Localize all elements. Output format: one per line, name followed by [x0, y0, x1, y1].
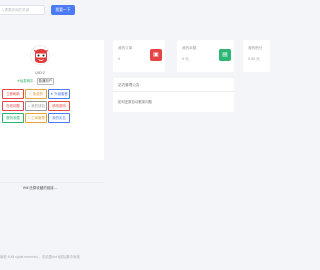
divider [113, 91, 234, 92]
quick-action-button[interactable]: ★ 升级套餐 [48, 89, 70, 99]
divider [0, 182, 104, 183]
quick-action-button[interactable]: 立即刷新 [2, 89, 24, 99]
stat-value: 0 元 [182, 57, 189, 61]
footer-link[interactable]: Will 还原收藏的链接→ [0, 186, 80, 191]
username: UID:2 [35, 71, 45, 75]
cart-icon: ▣ [150, 49, 162, 61]
quick-action-button[interactable]: 我的实名 [48, 113, 70, 123]
search-input[interactable]: 入需要查询的关键 [0, 5, 45, 15]
quick-action-button[interactable]: ☆ 免费购 [25, 89, 47, 99]
stat-label: 我的余额 [182, 46, 197, 50]
quick-action-button[interactable]: 修改密码 [48, 101, 70, 111]
stat-value: 0 [118, 57, 120, 61]
top-search-bar: 入需要查询的关键 我要一下 [0, 0, 270, 22]
notice-item[interactable]: 如何还原自动框架问题 [118, 99, 152, 104]
stat-card-points: 我的积分 0.00 元 [243, 40, 270, 72]
wallet-icon: ▤ [219, 49, 231, 61]
level-badge: 普通用户 [36, 78, 55, 85]
stat-card-balance: 我的余额 0 元 ▤ [177, 40, 234, 72]
quick-action-button[interactable]: 服务收藏 [2, 113, 24, 123]
stat-label: 我的积分 [248, 46, 263, 50]
avatar [30, 45, 50, 65]
search-button[interactable]: 我要一下 [51, 5, 75, 15]
quick-action-grid: 立即刷新 ☆ 免费购 ★ 升级套餐在线问题 ☆ 我的钱包 修改密码服务收藏 ☆ 工单管理我… [2, 89, 102, 123]
stat-label: 我的订单 [118, 46, 133, 50]
vip-label: ※仙发网中 [17, 79, 34, 83]
copyright-text: 版权 ft All rights reserved 。总站是Ant's团队集中系… [0, 255, 80, 259]
stat-card-orders: 我的订单 0 ▣ [113, 40, 165, 72]
smiling-face-icon [31, 46, 49, 64]
stat-value: 0.00 元 [248, 57, 260, 61]
notice-card: 站内管理公告 如何还原自动框架问题 [113, 78, 234, 112]
notice-title: 站内管理公告 [118, 83, 140, 87]
profile-card: UID:2 ※仙发网中 普通用户 立即刷新 ☆ 免费购 ★ 升级套餐在线问题 ☆ 我的… [0, 40, 104, 190]
quick-action-button[interactable]: 在线问题 [2, 101, 24, 111]
quick-action-button[interactable]: ☆ 工单管理 [25, 113, 47, 123]
quick-action-button[interactable]: ☆ 我的钱包 [25, 101, 47, 111]
user-tags: ※仙发网中 普通用户 [17, 78, 55, 85]
